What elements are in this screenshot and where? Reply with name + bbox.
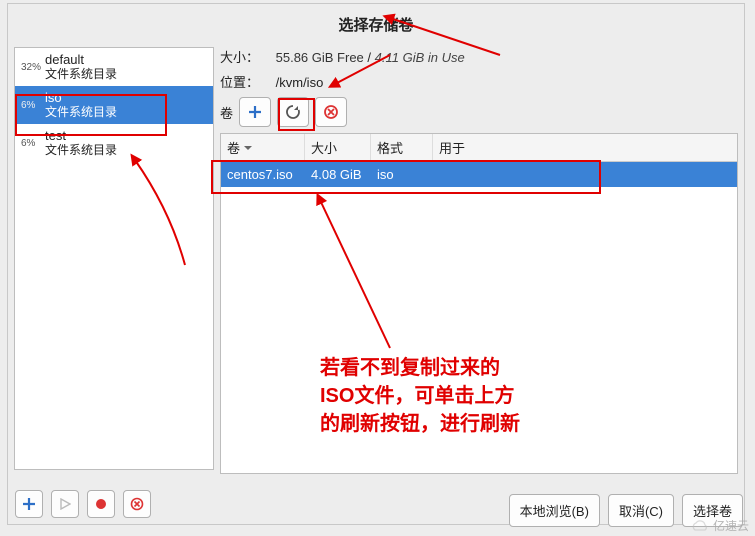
delete-pool-button[interactable] [123, 490, 151, 518]
record-icon [95, 498, 107, 510]
size-separator: / [367, 50, 371, 65]
pool-name: iso [45, 90, 117, 105]
pool-name: test [45, 128, 117, 143]
table-row[interactable]: centos7.iso 4.08 GiB iso [221, 162, 737, 187]
pool-type: 文件系统目录 [45, 143, 117, 158]
pool-type: 文件系统目录 [45, 105, 117, 120]
plus-icon [248, 105, 262, 119]
free-space: 55.86 GiB Free [276, 50, 364, 65]
col-usedfor[interactable]: 用于 [433, 134, 737, 161]
stop-pool-button[interactable] [87, 490, 115, 518]
sort-desc-icon [244, 144, 252, 152]
pool-usage-pct: 6% [19, 100, 45, 111]
watermark-text: 亿速云 [713, 517, 749, 534]
pool-info: iso 文件系统目录 [45, 90, 117, 120]
volume-details: 大小： 55.86 GiB Free / 4.11 GiB in Use 位置：… [220, 47, 738, 474]
cell-format: iso [371, 162, 433, 187]
refresh-icon [285, 104, 301, 120]
pool-toolbar [15, 490, 151, 518]
cancel-button[interactable]: 取消(C) [608, 494, 674, 527]
play-icon [59, 498, 71, 510]
size-row: 大小： 55.86 GiB Free / 4.11 GiB in Use [220, 47, 738, 66]
refresh-button[interactable] [277, 97, 309, 127]
cell-usedfor [433, 162, 737, 187]
storage-volume-dialog: 选择存储卷 32% default 文件系统目录 6% iso 文件系统目录 6… [7, 3, 745, 525]
pool-type: 文件系统目录 [45, 67, 117, 82]
main-area: 32% default 文件系统目录 6% iso 文件系统目录 6% test… [14, 47, 738, 474]
pool-info: default 文件系统目录 [45, 52, 117, 82]
local-browse-button[interactable]: 本地浏览(B) [509, 494, 600, 527]
pool-usage-pct: 6% [19, 138, 45, 149]
col-usedfor-label: 用于 [439, 138, 465, 157]
table-header: 卷 大小 格式 用于 [221, 134, 737, 162]
dialog-title: 选择存储卷 [14, 14, 738, 35]
add-volume-button[interactable] [239, 97, 271, 127]
location-label: 位置： [220, 72, 272, 91]
delete-icon [323, 104, 339, 120]
pool-info: test 文件系统目录 [45, 128, 117, 158]
col-size-label: 大小 [311, 138, 337, 157]
volume-toolbar-label: 卷 [220, 103, 233, 122]
pool-name: default [45, 52, 117, 67]
size-label: 大小： [220, 47, 272, 66]
col-format[interactable]: 格式 [371, 134, 433, 161]
delete-icon [130, 497, 144, 511]
pool-item-default[interactable]: 32% default 文件系统目录 [15, 48, 213, 86]
col-size[interactable]: 大小 [305, 134, 371, 161]
start-pool-button[interactable] [51, 490, 79, 518]
location-row: 位置： /kvm/iso [220, 72, 738, 91]
volume-toolbar: 卷 [220, 97, 738, 127]
col-format-label: 格式 [377, 138, 403, 157]
cloud-icon [690, 519, 710, 533]
delete-volume-button[interactable] [315, 97, 347, 127]
cell-size: 4.08 GiB [305, 162, 371, 187]
pool-item-test[interactable]: 6% test 文件系统目录 [15, 124, 213, 162]
pool-usage-pct: 32% [19, 62, 45, 73]
volume-table: 卷 大小 格式 用于 centos7.iso 4.08 GiB iso [220, 133, 738, 474]
col-volume-label: 卷 [227, 138, 240, 157]
watermark: 亿速云 [690, 517, 749, 534]
plus-icon [22, 497, 36, 511]
pool-item-iso[interactable]: 6% iso 文件系统目录 [15, 86, 213, 124]
pool-list: 32% default 文件系统目录 6% iso 文件系统目录 6% test… [14, 47, 214, 470]
cell-volume: centos7.iso [221, 162, 305, 187]
location-value: /kvm/iso [276, 75, 324, 90]
used-space: 4.11 GiB in Use [375, 50, 465, 65]
col-volume[interactable]: 卷 [221, 134, 305, 161]
add-pool-button[interactable] [15, 490, 43, 518]
